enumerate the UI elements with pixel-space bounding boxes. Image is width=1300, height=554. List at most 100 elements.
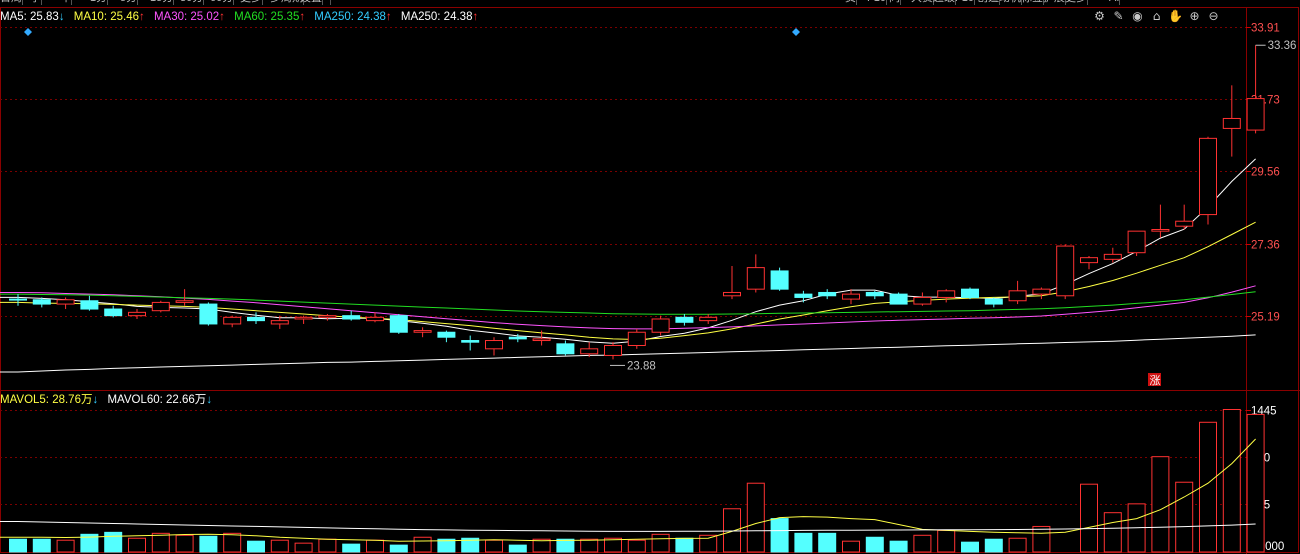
volume-bar bbox=[104, 531, 123, 553]
volume-bar bbox=[794, 532, 813, 553]
volume-bar bbox=[151, 532, 170, 553]
candle-body bbox=[9, 298, 27, 301]
event-diamond-icon bbox=[24, 28, 32, 36]
low-marker-label: 23.88 bbox=[627, 360, 656, 372]
volume-bar bbox=[1008, 537, 1027, 553]
chart-frame bbox=[0, 7, 1299, 553]
candle-body bbox=[532, 338, 551, 342]
price-tick-label: 33.91 bbox=[1251, 23, 1280, 35]
candle-body bbox=[80, 300, 99, 310]
volume-bar bbox=[318, 538, 337, 553]
candle-body bbox=[556, 343, 575, 355]
candle-body bbox=[794, 293, 813, 298]
volume-bar bbox=[1246, 413, 1265, 553]
volume-bar bbox=[508, 544, 527, 553]
volume-bar bbox=[1175, 481, 1194, 553]
volume-bar bbox=[485, 539, 503, 553]
volume-bar bbox=[651, 533, 670, 553]
candle-body bbox=[223, 316, 242, 325]
candle-body bbox=[770, 270, 789, 290]
volume-bar bbox=[9, 538, 27, 553]
mavol-line-mavol5 bbox=[0, 438, 1256, 542]
candle-body bbox=[1199, 137, 1217, 216]
volume-bar bbox=[1151, 456, 1170, 553]
candle-body bbox=[508, 336, 527, 340]
event-diamond-icon bbox=[792, 28, 800, 36]
volume-bar bbox=[366, 539, 384, 553]
volume-bar bbox=[865, 536, 884, 553]
candle-body bbox=[318, 315, 337, 318]
candle-body bbox=[627, 331, 646, 346]
candle-body bbox=[937, 290, 956, 298]
volume-bar bbox=[984, 538, 1003, 553]
candle-body bbox=[461, 340, 480, 343]
volume-bar bbox=[1222, 409, 1241, 553]
volume-bar bbox=[128, 537, 146, 553]
candle-body bbox=[413, 330, 432, 333]
volume-bar bbox=[937, 529, 956, 553]
candle-body bbox=[1127, 230, 1146, 254]
candle-body bbox=[699, 316, 718, 322]
candle-body bbox=[889, 293, 908, 305]
candle-body bbox=[104, 308, 123, 317]
candle-body bbox=[389, 315, 408, 333]
volume-bar bbox=[1103, 512, 1122, 553]
candle-body bbox=[366, 316, 384, 322]
volume-bar bbox=[247, 540, 265, 553]
volume-bar bbox=[723, 508, 741, 553]
candle-body bbox=[723, 291, 741, 297]
volume-bar bbox=[580, 538, 599, 553]
price-tick-label: 25.19 bbox=[1251, 312, 1280, 324]
volume-bar bbox=[675, 537, 694, 553]
volume-bar bbox=[389, 544, 408, 553]
volume-bar bbox=[294, 542, 313, 553]
candle-body bbox=[1151, 228, 1170, 232]
candle-body bbox=[1032, 288, 1051, 295]
volume-bar bbox=[413, 536, 432, 553]
candle-body bbox=[199, 303, 218, 325]
volume-bar bbox=[175, 534, 194, 553]
candle-body bbox=[1175, 220, 1194, 227]
candle-body bbox=[175, 300, 194, 303]
volume-bar bbox=[627, 539, 646, 553]
volume-bar bbox=[556, 538, 575, 553]
candle-body bbox=[961, 288, 979, 298]
volume-bar bbox=[1080, 483, 1098, 553]
volume-bar bbox=[1032, 525, 1051, 553]
volume-bar bbox=[199, 535, 218, 553]
candle-body bbox=[865, 291, 884, 297]
candle-body bbox=[1103, 253, 1122, 260]
volume-bar bbox=[770, 518, 789, 553]
candle-body bbox=[247, 316, 265, 322]
volume-bar bbox=[56, 539, 75, 553]
candle-body bbox=[604, 344, 622, 356]
candle-body bbox=[1008, 290, 1027, 302]
volume-bar bbox=[842, 540, 860, 553]
candle-body bbox=[56, 299, 75, 305]
candle-body bbox=[675, 316, 694, 323]
candle-body bbox=[580, 348, 599, 355]
candle-body bbox=[294, 316, 313, 320]
price-tick-label: 29.56 bbox=[1251, 167, 1280, 179]
candle-body bbox=[151, 301, 170, 312]
candle-body bbox=[128, 311, 146, 317]
candle-body bbox=[651, 318, 670, 333]
candle-body bbox=[1080, 257, 1098, 264]
price-tick-label: 27.36 bbox=[1251, 240, 1280, 252]
candle-body bbox=[270, 320, 289, 325]
volume-bar bbox=[889, 540, 908, 553]
candle-body bbox=[32, 299, 51, 305]
candle-body bbox=[1246, 98, 1265, 131]
candle-body bbox=[1222, 117, 1241, 129]
candle-body bbox=[1056, 245, 1075, 297]
mavol-line-mavol60 bbox=[0, 521, 1256, 532]
candle-body bbox=[842, 293, 860, 300]
volume-bar bbox=[342, 543, 361, 553]
candle-body bbox=[818, 291, 837, 297]
zhang-badge-label: 涨 bbox=[1150, 374, 1161, 387]
stock-chart-canvas[interactable]: 33.9131.7329.5627.3625.191445970485X1000… bbox=[0, 0, 1300, 554]
volume-bar bbox=[818, 532, 837, 553]
candle-body bbox=[437, 331, 456, 338]
volume-bar bbox=[746, 482, 765, 553]
volume-bar bbox=[270, 539, 289, 553]
